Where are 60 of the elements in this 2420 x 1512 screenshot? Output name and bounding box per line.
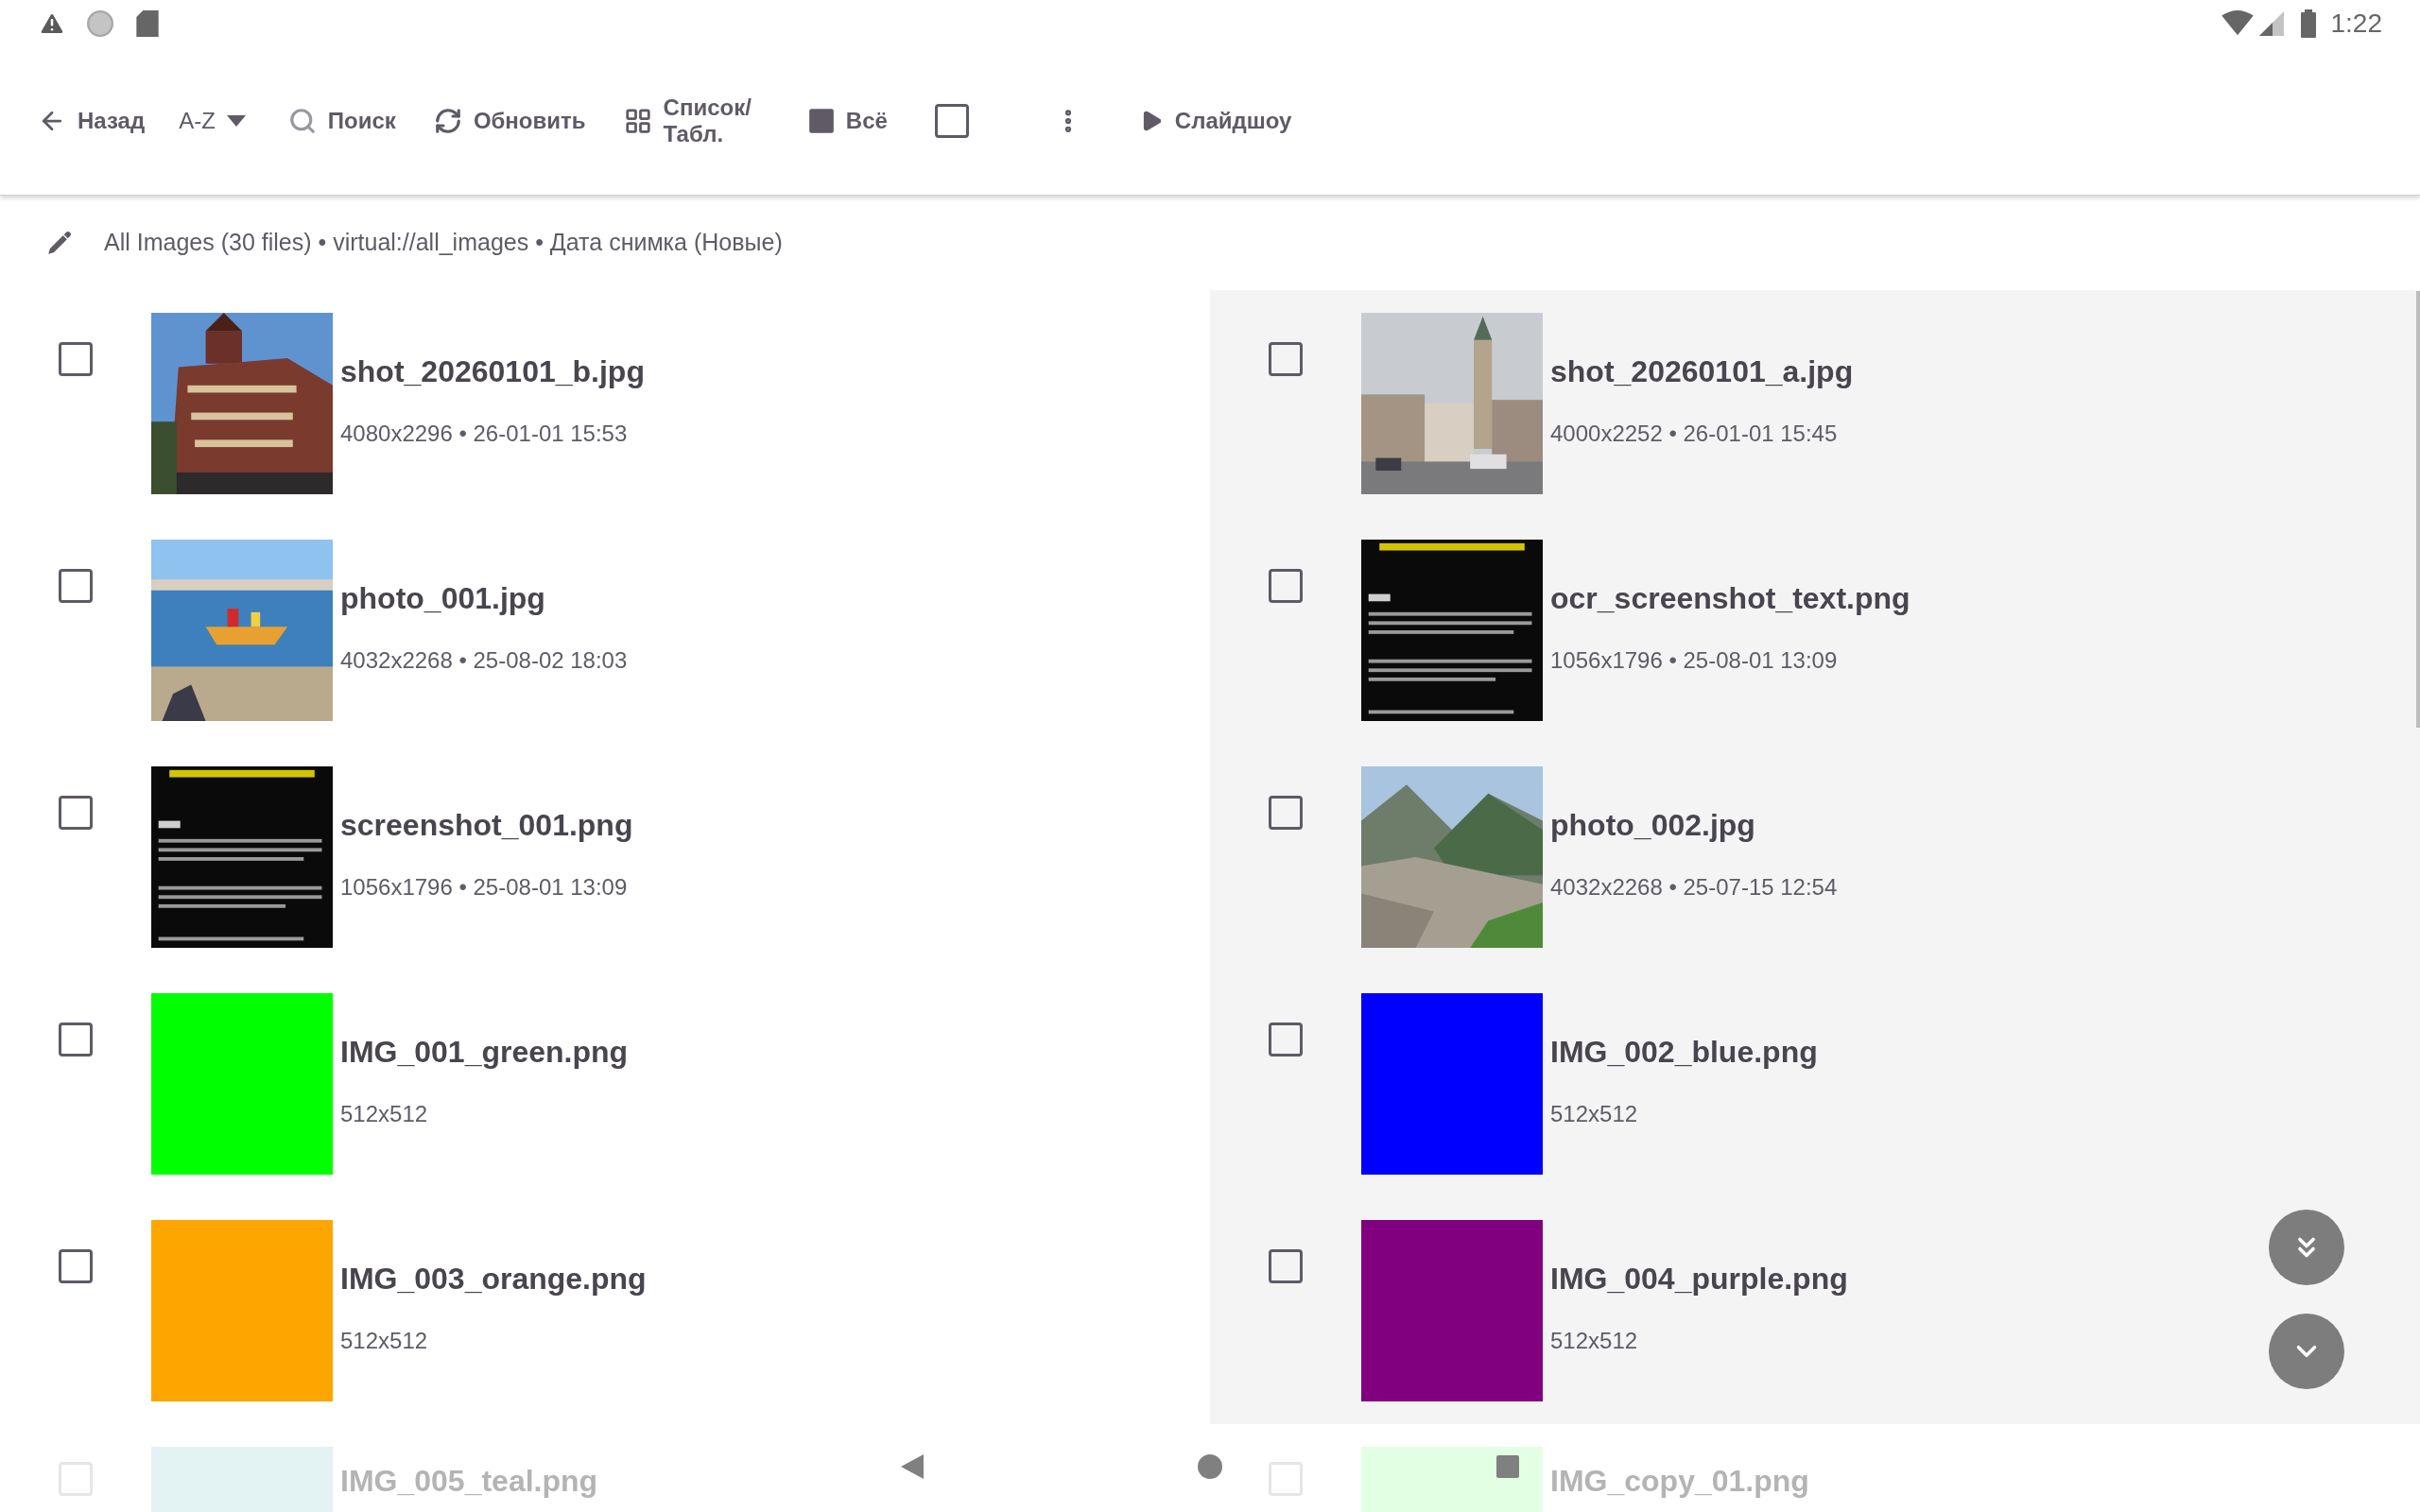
grid-icon — [623, 107, 652, 135]
sd-card-icon — [136, 10, 159, 37]
checkbox[interactable] — [1269, 342, 1303, 376]
checkbox[interactable] — [59, 1022, 93, 1057]
search-button[interactable]: Поиск — [287, 104, 396, 138]
file-name: IMG_002_blue.png — [1550, 1034, 1818, 1071]
file-details: 4032x2268 • 25-08-02 18:03 — [340, 646, 628, 675]
color-thumbnail[interactable] — [151, 993, 333, 1175]
file-details: 512x512 — [1550, 1327, 1639, 1355]
color-thumbnail[interactable] — [1361, 1220, 1543, 1401]
file-name: IMG_001_green.png — [340, 1034, 629, 1071]
clock-time: 1:22 — [2330, 8, 2382, 40]
sort-dropdown[interactable]: A-Z — [179, 104, 246, 138]
scrollbar[interactable] — [2416, 291, 2420, 728]
file-details: 512x512 — [1550, 1100, 1639, 1128]
file-name: screenshot_001.png — [340, 807, 633, 844]
checkbox[interactable] — [59, 342, 93, 376]
file-name: IMG_004_purple.png — [1550, 1261, 1848, 1297]
file-details: 512x512 — [340, 1327, 429, 1355]
refresh-icon — [433, 107, 462, 135]
file-name: ocr_screenshot_text.png — [1550, 580, 1910, 617]
file-details: 512x512 — [340, 1100, 429, 1128]
file-name: photo_001.jpg — [340, 580, 546, 617]
back-icon[interactable] — [901, 1454, 924, 1479]
file-details: 1056x1796 • 25-08-01 13:09 — [1550, 646, 1839, 675]
checkbox[interactable] — [1269, 1022, 1303, 1057]
select-all-button[interactable]: Всё — [807, 104, 888, 138]
checkbox[interactable] — [59, 1249, 93, 1283]
wifi-icon — [2221, 10, 2254, 37]
view-toggle-button[interactable]: Список/ Табл. — [623, 94, 752, 147]
refresh-button[interactable]: Обновить — [433, 104, 586, 138]
edit-icon — [45, 229, 74, 257]
file-details: 4000x2252 • 26-01-01 15:45 — [1550, 420, 1839, 448]
color-thumbnail[interactable] — [1361, 993, 1543, 1175]
file-name: IMG_copy_01.png — [1550, 1463, 1809, 1500]
breadcrumb-path: All Images (30 files) • virtual://all_images • Дата снимка (Новые) — [104, 228, 783, 258]
select-checkbox[interactable] — [934, 104, 969, 138]
slideshow-button[interactable]: Слайдшоу — [1138, 104, 1292, 138]
file-name: shot_20260101_b.jpg — [340, 353, 645, 390]
checkbox[interactable] — [1269, 569, 1303, 603]
file-name: IMG_003_orange.png — [340, 1261, 647, 1297]
signal-icon — [2258, 11, 2284, 36]
search-icon — [287, 107, 317, 135]
circle-icon — [87, 10, 113, 37]
back-button[interactable]: Назад — [38, 104, 146, 138]
checkbox[interactable] — [1269, 1249, 1303, 1283]
home-icon[interactable] — [1198, 1454, 1222, 1479]
checkbox[interactable] — [59, 796, 93, 830]
caret-icon — [226, 115, 246, 127]
file-name: photo_002.jpg — [1550, 807, 1756, 844]
battery-icon — [2300, 9, 2316, 38]
filled-square-icon — [807, 108, 835, 134]
file-details: 4080x2296 • 26-01-01 15:53 — [340, 420, 629, 448]
file-name: shot_20260101_a.jpg — [1550, 353, 1854, 390]
file-details: 4032x2268 • 25-07-15 12:54 — [1550, 873, 1838, 902]
color-thumbnail[interactable] — [151, 1220, 333, 1401]
file-details: 1056x1796 • 25-08-01 13:09 — [340, 873, 629, 902]
checkbox[interactable] — [59, 569, 93, 603]
file-name: IMG_005_teal.png — [340, 1463, 598, 1500]
checkbox[interactable] — [1269, 796, 1303, 830]
